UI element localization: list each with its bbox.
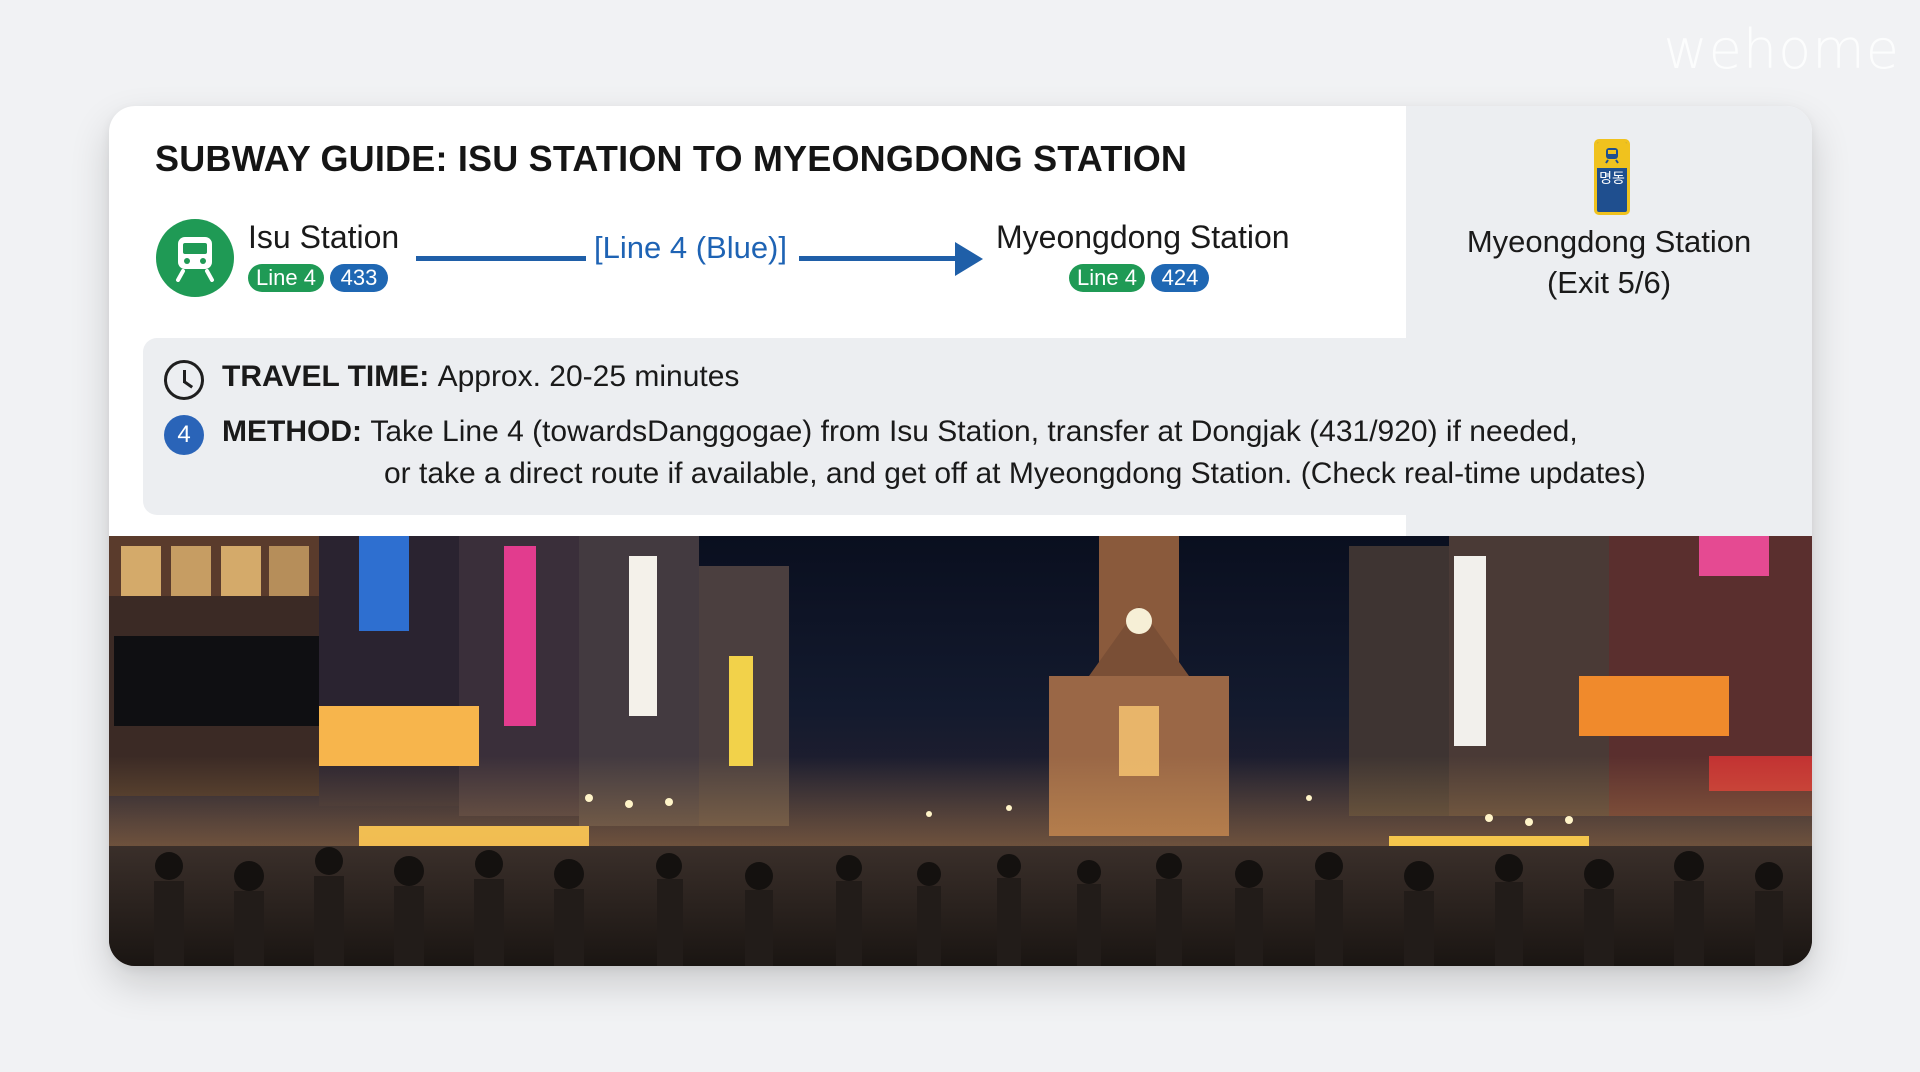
exit-station-name: Myeongdong Station: [1466, 224, 1752, 259]
street-scene-illustration: [109, 536, 1812, 966]
guide-card: SUBWAY GUIDE: ISU STATION TO MYEONGDONG …: [109, 106, 1812, 966]
travel-info-box: TRAVEL TIME: Approx. 20-25 minutes 4 MET…: [143, 338, 1812, 515]
sign-train-icon: [1597, 142, 1627, 168]
route-header: SUBWAY GUIDE: ISU STATION TO MYEONGDONG …: [109, 106, 1812, 536]
travel-time-label: TRAVEL TIME:: [222, 360, 438, 393]
origin-station-name: Isu Station: [248, 219, 400, 255]
destination-station-name: Myeongdong Station: [996, 219, 1290, 255]
travel-time-row: TRAVEL TIME: Approx. 20-25 minutes: [222, 360, 739, 394]
subway-train-icon: [156, 219, 234, 297]
myeongdong-street-photo: [109, 536, 1812, 966]
route-line-right: [799, 256, 959, 261]
exit-sign-text: 명동: [1599, 171, 1625, 187]
origin-line-badge: Line 4: [248, 264, 324, 292]
travel-time-value: Approx. 20-25 minutes: [437, 360, 740, 393]
route-via-label: [Line 4 (Blue)]: [594, 230, 787, 265]
route-arrow-icon: [955, 242, 983, 276]
clock-icon: [164, 360, 204, 400]
line-number-icon: 4: [164, 415, 204, 455]
route-line-left: [416, 256, 586, 261]
destination-code-badge: 424: [1151, 264, 1209, 292]
station-exit-sign-icon: 명동: [1594, 139, 1630, 215]
destination-line-badge: Line 4: [1069, 264, 1145, 292]
method-label: METHOD:: [222, 415, 371, 448]
method-row: METHOD: Take Line 4 (towardsDanggogae) f…: [222, 415, 1578, 449]
brand-watermark: wehome: [1663, 18, 1900, 81]
method-text-line2: or take a direct route if available, and…: [384, 457, 1646, 490]
method-text-line1: Take Line 4 (towardsDanggogae) from Isu …: [370, 415, 1578, 448]
exit-station-label: Myeongdong Station (Exit 5/6): [1406, 221, 1812, 303]
exit-number: (Exit 5/6): [1546, 265, 1672, 300]
page-title: SUBWAY GUIDE: ISU STATION TO MYEONGDONG …: [155, 138, 1188, 179]
origin-code-badge: 433: [330, 264, 388, 292]
